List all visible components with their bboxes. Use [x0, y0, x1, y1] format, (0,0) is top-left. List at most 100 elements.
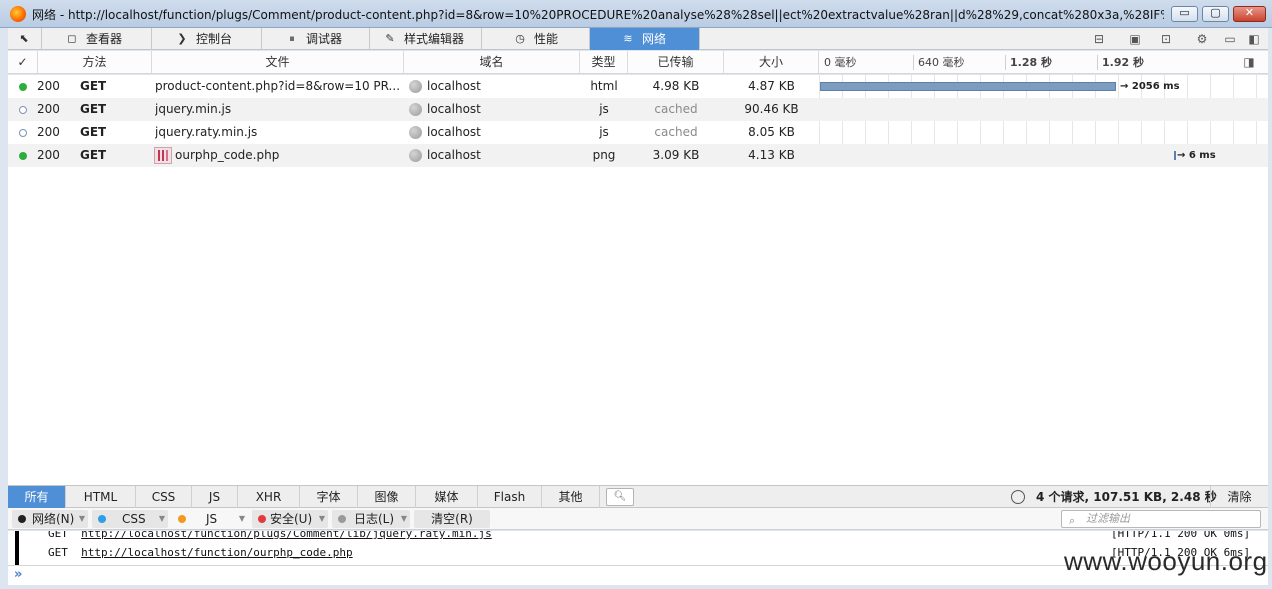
console-filter-css[interactable]: CSS ▼ [92, 510, 168, 528]
filter-other[interactable]: 其他 [542, 486, 600, 508]
globe-icon [409, 149, 422, 162]
globe-icon [409, 126, 422, 139]
maximize-icon: ▢ [1210, 6, 1221, 19]
minimize-button[interactable]: ▭ [1171, 6, 1198, 22]
type: html [590, 79, 618, 93]
window-titlebar: 网络 - http://localhost/function/plugs/Com… [0, 0, 1272, 28]
console-filter-js[interactable]: JS ▼ [172, 510, 248, 528]
transferred: cached [654, 102, 698, 116]
console-filter-security[interactable]: 安全(U) ▼ [252, 510, 328, 528]
domain: localhost [427, 79, 481, 93]
responsive-mode-icon[interactable]: ▣ [1127, 31, 1143, 47]
request-table-header: ✓ 方法 文件 域名 类型 已传输 大小 0 毫秒 640 毫秒 1.28 秒 … [8, 51, 1268, 74]
pick-element-button[interactable]: ⬉ [8, 28, 42, 50]
globe-icon [409, 103, 422, 116]
js-dot-icon [178, 515, 186, 523]
timeline-tick: 1.92 秒 [1102, 56, 1144, 69]
filter-all[interactable]: 所有 [8, 486, 66, 508]
search-icon: ⌕ [1069, 514, 1076, 527]
filter-label: 安全(U) [270, 512, 313, 526]
column-file[interactable]: 文件 [152, 51, 404, 74]
file: jquery.min.js [155, 102, 232, 116]
table-row[interactable]: 200 GET ourphp_code.php localhost png 3.… [8, 144, 1268, 167]
method: GET [80, 125, 107, 139]
domain: localhost [427, 102, 481, 116]
close-button[interactable]: ✕ [1233, 6, 1266, 22]
filter-fonts[interactable]: 字体 [300, 486, 358, 508]
timing-label: → 2056 ms [1120, 81, 1180, 92]
firefox-icon [10, 6, 26, 22]
filter-images[interactable]: 图像 [358, 486, 416, 508]
debugger-icon: ⏸ [289, 32, 295, 45]
filter-xhr[interactable]: XHR [238, 486, 300, 508]
search-icon[interactable]: 🔍︎ [606, 488, 634, 506]
tab-debugger[interactable]: ⏸ 调试器 [262, 28, 370, 50]
image-thumbnail [154, 147, 172, 164]
filter-flash[interactable]: Flash [478, 486, 542, 508]
console-clear-button[interactable]: 清空(R) [414, 510, 490, 528]
tab-label: 样式编辑器 [404, 32, 465, 46]
waterfall-bar [1174, 151, 1176, 160]
tab-label: 网络 [642, 32, 667, 46]
chevron-down-icon: ▼ [78, 514, 85, 523]
size: 4.13 KB [748, 148, 795, 162]
tab-style-editor[interactable]: ✎ 样式编辑器 [370, 28, 482, 50]
console-log-marker [15, 531, 19, 565]
size: 8.05 KB [748, 125, 795, 139]
file: ourphp_code.php [175, 148, 280, 162]
status-ok-icon [19, 83, 27, 91]
file: jquery.raty.min.js [155, 125, 258, 139]
column-transferred[interactable]: 已传输 [628, 51, 724, 74]
status-cached-icon [19, 106, 27, 114]
column-status[interactable]: ✓ [8, 51, 38, 74]
timeline-tick: 1.28 秒 [1010, 56, 1052, 69]
console-filter-input[interactable]: ⌕ 过滤输出 [1061, 510, 1261, 528]
tab-performance[interactable]: ◷ 性能 [482, 28, 590, 50]
column-type[interactable]: 类型 [580, 51, 628, 74]
tab-inspector[interactable]: ◻ 查看器 [42, 28, 152, 50]
filter-media[interactable]: 媒体 [416, 486, 478, 508]
tab-console[interactable]: ❯ 控制台 [152, 28, 262, 50]
style-editor-icon: ✎ [385, 32, 395, 45]
console-method: GET [48, 546, 68, 559]
filter-label: 日志(L) [354, 512, 395, 526]
tab-label: 性能 [534, 32, 559, 46]
gear-icon[interactable]: ⚙ [1194, 31, 1210, 47]
transferred: cached [654, 125, 698, 139]
table-row[interactable]: 200 GET jquery.min.js localhost js cache… [8, 98, 1268, 121]
status-code: 200 [37, 148, 60, 162]
table-row[interactable]: 200 GET product-content.php?id=8&row=10 … [8, 75, 1268, 98]
toggle-sidebar-icon[interactable]: ◨ [1241, 54, 1257, 70]
net-dot-icon [18, 515, 26, 523]
column-method[interactable]: 方法 [38, 51, 152, 74]
maximize-button[interactable]: ▢ [1202, 6, 1229, 22]
method: GET [80, 79, 107, 93]
timeline-tick: 640 毫秒 [918, 56, 965, 69]
status-ok-icon [19, 152, 27, 160]
console-url-link[interactable]: http://localhost/function/ourphp_code.ph… [81, 546, 353, 559]
dock-bottom-icon[interactable]: ▭ [1222, 31, 1238, 47]
console-result[interactable]: [HTTP/1.1 200 OK 0ms] [1111, 531, 1250, 540]
split-console-icon[interactable]: ⊟ [1091, 31, 1107, 47]
status-code: 200 [37, 125, 60, 139]
console-filter-log[interactable]: 日志(L) ▼ [332, 510, 410, 528]
chevron-down-icon: ▼ [318, 514, 325, 523]
filter-label: JS [206, 512, 218, 526]
filter-css[interactable]: CSS [136, 486, 192, 508]
network-filter-bar: 所有 HTML CSS JS XHR 字体 图像 媒体 Flash 其他 🔍︎ … [8, 485, 1268, 508]
table-row[interactable]: 200 GET jquery.raty.min.js localhost js … [8, 121, 1268, 144]
scratchpad-icon[interactable]: ⊡ [1158, 31, 1174, 47]
type: png [592, 148, 616, 162]
tab-network[interactable]: ≋ 网络 [590, 28, 700, 50]
console-filter-net[interactable]: 网络(N) ▼ [12, 510, 88, 528]
filter-js[interactable]: JS [192, 486, 238, 508]
console-url-link[interactable]: http://localhost/function/plugs/Comment/… [81, 531, 492, 540]
column-size[interactable]: 大小 [724, 51, 819, 74]
console-line: GET http://localhost/function/plugs/Comm… [48, 531, 492, 540]
chevron-down-icon: ▼ [158, 514, 165, 523]
filter-html[interactable]: HTML [66, 486, 136, 508]
dock-side-icon[interactable]: ◧ [1246, 31, 1262, 47]
column-domain[interactable]: 域名 [404, 51, 580, 74]
console-icon: ❯ [177, 32, 187, 45]
clear-button[interactable]: 清除 [1210, 486, 1268, 508]
